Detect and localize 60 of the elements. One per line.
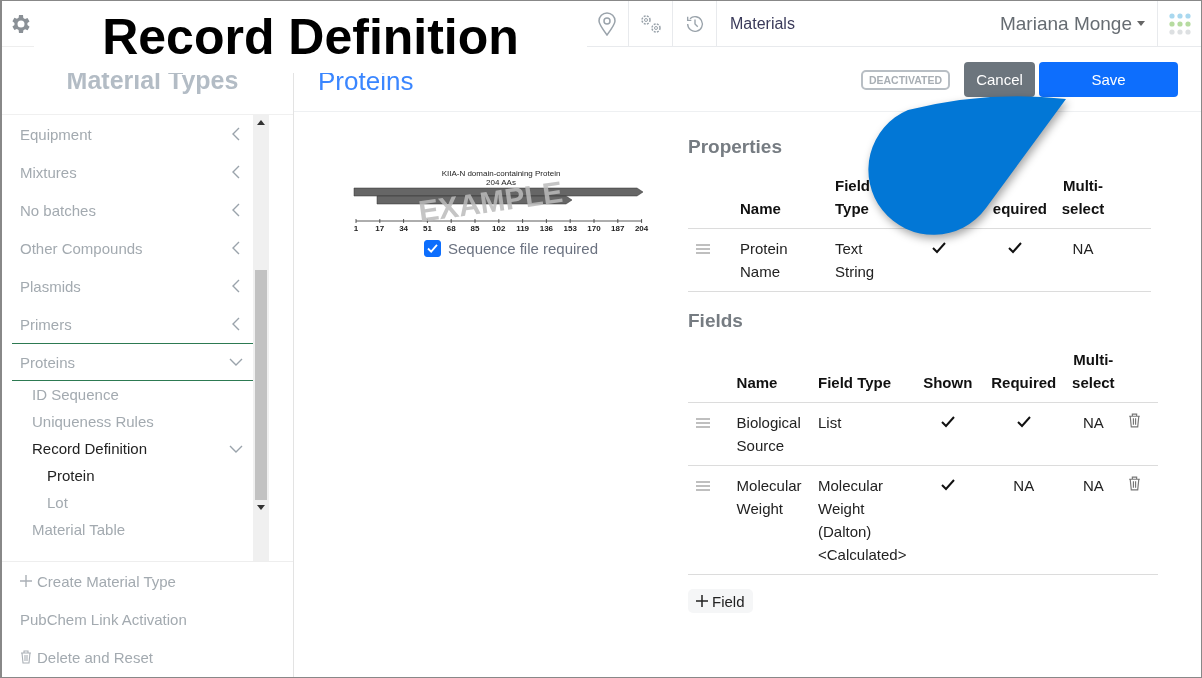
column-header: Name	[740, 200, 781, 217]
sidebar-subitem[interactable]: Protein	[12, 462, 253, 489]
sidebar-subitem[interactable]: ID Sequence	[12, 381, 253, 408]
drag-handle-icon[interactable]	[696, 481, 710, 491]
annotation-title: Record Definition	[34, 1, 587, 73]
scroll-down-icon[interactable]	[257, 505, 265, 510]
section-title: Fields	[688, 310, 744, 332]
sequence-checkbox[interactable]: Sequence file required	[423, 240, 599, 257]
table-cell: NA	[1082, 414, 1104, 431]
sidebar-item[interactable]: Proteins	[12, 343, 253, 381]
sidebar-item[interactable]: Primers	[12, 305, 253, 343]
sidebar-subitem[interactable]: Record Definition	[12, 435, 253, 462]
sidebar-subitem[interactable]: Lot	[12, 489, 253, 516]
section-title: Properties	[688, 136, 783, 158]
table-cell: Text String	[835, 240, 875, 280]
column-header: Multi-select	[1061, 177, 1105, 217]
trash-icon[interactable]	[1128, 476, 1142, 491]
table-cell: NA	[1082, 477, 1104, 494]
table-cell: List	[818, 414, 842, 431]
table-cell: NA	[1013, 477, 1035, 494]
sidebar-item[interactable]: Other Compounds	[12, 229, 253, 267]
column-header: Field Type	[835, 177, 870, 217]
checkmark-icon	[426, 244, 438, 253]
column-header: Shown	[923, 374, 973, 391]
column-header: Multi-select	[1072, 351, 1115, 391]
table-cell: Biological Source	[736, 414, 801, 454]
column-header: Field Type	[818, 374, 892, 391]
add-field-button[interactable]: Field	[688, 589, 753, 613]
trash-icon[interactable]	[1128, 413, 1142, 428]
scroll-up-icon[interactable]	[257, 120, 265, 125]
sidebar-item[interactable]: Plasmids	[12, 267, 253, 305]
table-cell: NA	[1072, 240, 1094, 257]
scrollbar[interactable]	[253, 115, 269, 561]
table-cell: Molecular Weight	[736, 477, 802, 517]
sidebar-item[interactable]: Mixtures	[12, 153, 253, 191]
sidebar-item[interactable]: No batches	[12, 191, 253, 229]
checkbox[interactable]	[423, 240, 441, 257]
sidebar-link[interactable]: Create Material Type	[2, 562, 293, 600]
table-cell: Protein Name	[740, 240, 788, 280]
sidebar-link[interactable]: PubChem Link Activation	[2, 600, 293, 638]
plus-icon	[696, 595, 708, 607]
user-menu[interactable]: Mariana Monge	[999, 1, 1157, 46]
table-cell: Molecular Weight (Dalton) <Calculated>	[818, 477, 907, 563]
column-header: Required	[991, 374, 1057, 391]
drag-handle-icon[interactable]	[696, 244, 710, 254]
cancel-button[interactable]: Cancel	[964, 62, 1035, 97]
sidebar-subitem[interactable]: Uniqueness Rules	[12, 408, 253, 435]
module-label: Materials	[729, 13, 796, 34]
drag-handle-icon[interactable]	[696, 418, 710, 428]
column-header: Name	[736, 374, 778, 391]
status-badge: DEACTIVATED	[860, 69, 950, 90]
sidebar-link[interactable]: Delete and Reset	[2, 638, 293, 676]
save-button[interactable]: Save	[1039, 62, 1178, 97]
sidebar-item[interactable]: Equipment	[12, 115, 253, 153]
sidebar-subitem[interactable]: Material Table	[12, 516, 253, 543]
plus-icon	[20, 575, 32, 587]
trash-icon	[20, 650, 32, 664]
caret-icon	[1137, 21, 1145, 26]
sequence-map-drawing: KIIA-N domain-containing Protein 204 AAs 1 17 34 51 68 85 102 119 136 153 170 187 204 EXAMPLE	[351, 168, 651, 238]
column-header: equired	[992, 200, 1047, 217]
